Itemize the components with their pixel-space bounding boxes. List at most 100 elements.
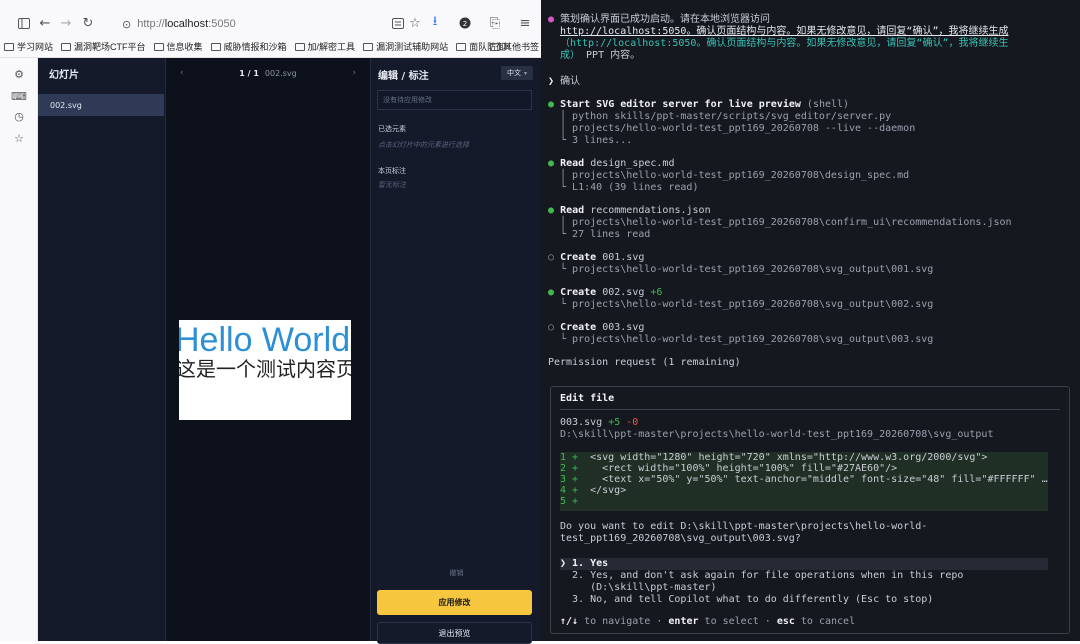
user-prompt: ❯ 确认 — [548, 76, 581, 87]
edit-question-line-2: test_ppt169_20260708\svg_output\003.svg? — [560, 533, 801, 544]
bookmark-item[interactable]: 威胁情报和沙箱 — [210, 40, 287, 53]
menu-icon[interactable]: ≡ — [515, 13, 535, 33]
bookmarks-bar: 学习网站 漏洞靶场CTF平台 信息收集 威胁情报和沙箱 加/解密工具 漏洞测试辅… — [0, 36, 541, 58]
diff-line: 5 + — [560, 496, 579, 507]
sidebar-toggle-icon[interactable] — [14, 13, 34, 33]
bullet-icon: ● — [548, 287, 555, 298]
step-detail: │ python skills/ppt-master/scripts/svg_e… — [560, 111, 892, 122]
divider — [560, 409, 1060, 410]
bookmark-item[interactable]: 学习网站 — [4, 40, 53, 53]
intro-line-1: ● 策划确认界面已成功启动。请在本地浏览器访问 — [548, 14, 771, 25]
option-yes-always-path[interactable]: (D:\skill\ppt-master) — [560, 582, 716, 594]
step-read-recommendations: ● Read recommendations.json — [548, 205, 711, 216]
page-note-label: 本页标注 — [378, 167, 406, 175]
pending-bullet-icon: ○ — [548, 252, 555, 263]
language-label: 中文 — [506, 69, 521, 77]
current-file-name: 002.svg — [264, 68, 297, 78]
browser-window: ← → ↻ ⊙ http://localhost:5050 ☆ ⭳ 2 ⎘ ≡ … — [0, 0, 542, 644]
slides-panel: 幻灯片 002.svg — [38, 58, 166, 641]
terminal-panel[interactable]: ● 策划确认界面已成功启动。请在本地浏览器访问 http://localhost… — [541, 0, 1080, 641]
diff-line: 3 + <text x="50%" y="50%" text-anchor="m… — [560, 474, 1048, 485]
step-detail: │ projects\hello-world-test_ppt169_20260… — [560, 217, 1012, 228]
step-detail: │ projects/hello-world-test_ppt169_20260… — [560, 123, 916, 134]
slide-body-text[interactable]: 这是一个测试内容页 — [179, 357, 351, 381]
bookmark-item[interactable]: 信息收集 — [153, 40, 203, 53]
account-icon[interactable]: 2 — [455, 13, 475, 33]
step-detail: └ projects\hello-world-test_ppt169_20260… — [560, 334, 934, 345]
folder-icon — [363, 42, 374, 51]
step-detail: └ projects\hello-world-test_ppt169_20260… — [560, 264, 934, 275]
step-start-server: ● Start SVG editor server for live previ… — [548, 99, 850, 110]
step-create-002: ● Create 002.svg +6 — [548, 287, 663, 298]
chevron-down-icon: ▾ — [523, 69, 527, 77]
folder-icon — [61, 42, 72, 51]
selected-option-highlight — [560, 558, 1048, 570]
step-detail: └ 27 lines read — [560, 229, 651, 240]
bullet-icon: ● — [548, 14, 555, 25]
svg-text:2: 2 — [463, 20, 467, 28]
permission-request-line: Permission request (1 remaining) — [548, 357, 741, 368]
step-create-003: ○ Create 003.svg — [548, 322, 645, 333]
next-slide-icon[interactable]: › — [352, 68, 356, 78]
step-detail: └ L1:40 (39 lines read) — [560, 182, 699, 193]
bookmark-star-icon[interactable]: ☆ — [405, 13, 425, 33]
url-text: http://localhost:5050 — [137, 18, 236, 30]
folder-icon — [210, 42, 221, 51]
pending-bullet-icon: ○ — [548, 322, 555, 333]
site-info-icon[interactable]: ⊙ — [122, 18, 131, 31]
edit-panel: 编辑 / 标注 中文 ▾ 没有待应用修改 已选元素 点击幻灯片中的元素进行选择 … — [370, 58, 542, 644]
apply-changes-button[interactable]: 应用修改 — [377, 590, 532, 615]
bullet-icon: ● — [548, 158, 555, 169]
selected-element-hint: 点击幻灯片中的元素进行选择 — [378, 141, 469, 149]
favorites-star-icon[interactable]: ☆ — [11, 130, 27, 146]
settings-gear-icon[interactable]: ⚙ — [11, 66, 27, 82]
folder-icon — [456, 42, 467, 51]
back-icon[interactable]: ← — [35, 13, 55, 33]
other-bookmarks[interactable]: 其他书签 — [489, 40, 539, 53]
bullet-icon: ● — [548, 205, 555, 216]
pending-placeholder: 没有待应用修改 — [383, 96, 432, 104]
download-icon[interactable]: ⭳ — [425, 13, 445, 33]
ai-chat-icon[interactable]: ⌨ — [11, 88, 27, 104]
edit-file-path: D:\skill\ppt-master\projects\hello-world… — [560, 429, 994, 440]
edit-file-summary: 003.svg +5 -0 — [560, 417, 639, 428]
edit-panel-title: 编辑 / 标注 — [378, 71, 429, 82]
ppt-confirm-app: 幻灯片 002.svg ‹ 1 / 1 002.svg › Hello Worl… — [38, 58, 542, 644]
folder-icon — [294, 42, 305, 51]
selected-element-label: 已选元素 — [378, 125, 406, 133]
page-note-hint: 暂无标注 — [378, 181, 406, 189]
option-yes-always[interactable]: 2. Yes, and don't ask again for file ope… — [560, 570, 963, 582]
bookmark-item[interactable]: 加/解密工具 — [294, 40, 355, 53]
slides-header: 幻灯片 — [38, 58, 79, 88]
address-bar[interactable]: ⊙ http://localhost:5050 — [122, 13, 424, 35]
step-detail: └ projects\hello-world-test_ppt169_20260… — [560, 299, 934, 310]
page-counter: 1 / 1 — [239, 68, 259, 78]
extensions-icon[interactable]: ⎘ — [485, 13, 505, 33]
slide-preview-canvas[interactable]: Hello World 这是一个测试内容页 — [179, 320, 351, 420]
localhost-link[interactable]: http://localhost:5050 — [560, 26, 686, 37]
reload-icon[interactable]: ↻ — [78, 13, 98, 33]
step-create-001: ○ Create 001.svg — [548, 252, 645, 263]
option-yes[interactable]: ❯ 1. Yes — [560, 558, 608, 570]
step-detail: └ 3 lines... — [560, 135, 633, 146]
permission-dialog: Edit file 003.svg +5 -0 D:\skill\ppt-mas… — [550, 386, 1070, 634]
intro-line-4: 成） PPT 内容。 — [560, 50, 641, 61]
browser-toolbar: ← → ↻ ⊙ http://localhost:5050 ☆ ⭳ 2 ⎘ ≡ — [0, 0, 541, 36]
step-detail: │ projects\hello-world-test_ppt169_20260… — [560, 170, 910, 181]
step-read-design: ● Read design_spec.md — [548, 158, 675, 169]
intro-line-2: http://localhost:5050。确认页面结构与内容。如果无修改意见，… — [560, 26, 1009, 37]
edit-question-line-1: Do you want to edit D:\skill\ppt-master\… — [560, 521, 928, 532]
undo-button[interactable]: 撤销 — [371, 568, 542, 578]
language-select[interactable]: 中文 ▾ — [500, 66, 533, 80]
option-no[interactable]: 3. No, and tell Copilot what to do diffe… — [560, 594, 933, 606]
history-icon[interactable]: ◷ — [11, 108, 27, 124]
browser-sidebar: ⚙ ⌨ ◷ ☆ — [0, 58, 38, 641]
folder-icon — [4, 42, 14, 51]
folder-icon — [489, 42, 500, 51]
diff-block: 1 + <svg width="1280" height="720" xmlns… — [560, 452, 1048, 511]
slide-list-item[interactable]: 002.svg — [38, 94, 164, 116]
forward-icon[interactable]: → — [56, 13, 76, 33]
slide-heading-text[interactable]: Hello World — [179, 322, 350, 358]
bookmark-item[interactable]: 漏洞测试辅助网站 — [363, 40, 448, 53]
bookmark-item[interactable]: 漏洞靶场CTF平台 — [61, 40, 146, 53]
